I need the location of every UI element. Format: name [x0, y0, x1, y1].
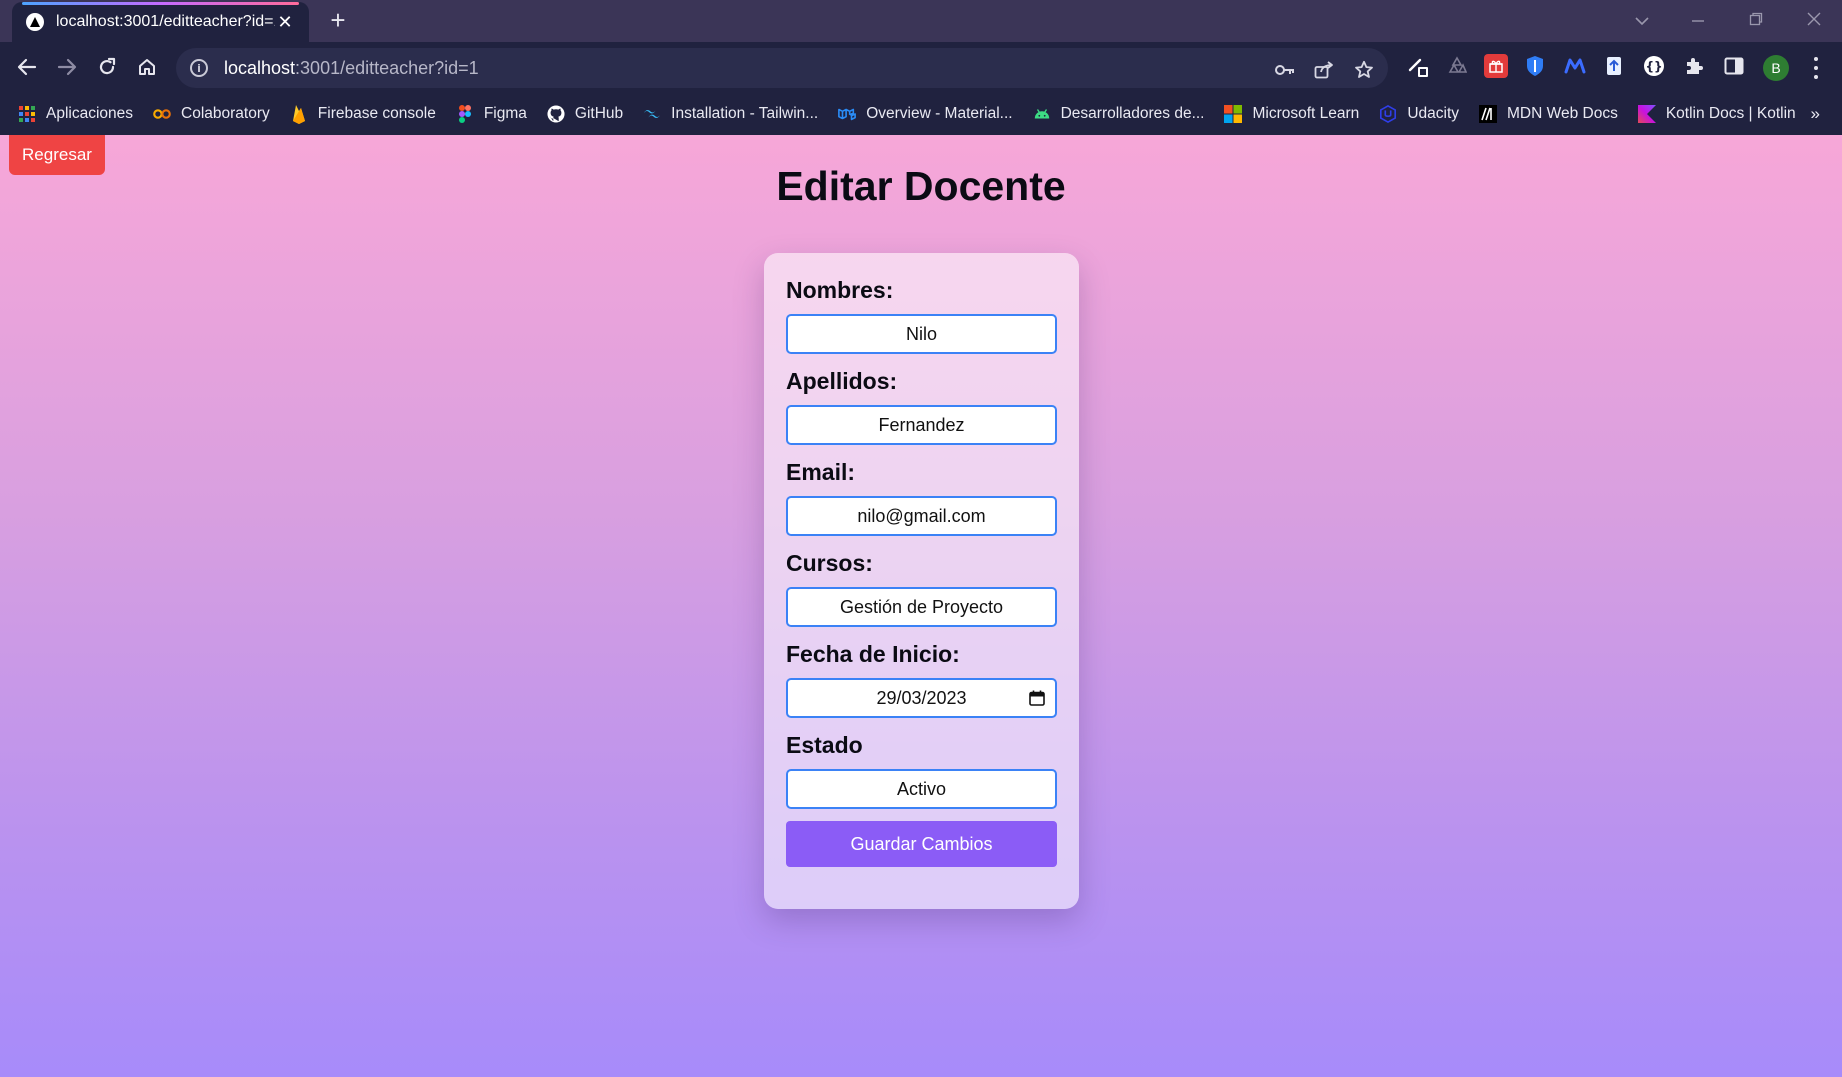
bookmark-label: Overview - Material... — [866, 104, 1013, 122]
browser-tab-active[interactable]: localhost:3001/editteacher?id=1 ✕ — [12, 2, 309, 42]
firebase-icon — [290, 104, 308, 124]
url-host: localhost — [224, 57, 296, 78]
email-label: Email: — [786, 459, 856, 485]
calendar-icon[interactable] — [1029, 690, 1045, 706]
nextjs-favicon-icon — [26, 13, 44, 31]
estado-input[interactable]: Activo — [786, 769, 1057, 809]
ext-color-picker-icon[interactable] — [1406, 54, 1430, 78]
share-icon[interactable] — [1313, 59, 1335, 81]
tailwind-icon — [643, 105, 661, 123]
site-info-icon[interactable]: i — [190, 59, 208, 77]
url-path: :3001/editteacher?id=1 — [295, 57, 479, 78]
apellidos-label: Apellidos: — [786, 368, 898, 394]
udacity-icon — [1379, 104, 1397, 123]
cursos-input[interactable]: Gestión de Proyecto — [786, 587, 1057, 627]
colab-icon — [153, 105, 171, 123]
bookmark-label: Desarrolladores de... — [1060, 104, 1205, 122]
bookmark-android-developers[interactable]: Desarrolladores de... — [1033, 104, 1205, 123]
new-tab-button[interactable]: + — [326, 7, 350, 33]
bookmark-label: Installation - Tailwin... — [671, 104, 819, 122]
apellidos-input[interactable]: Fernandez — [786, 405, 1057, 445]
bookmark-label: Microsoft Learn — [1252, 104, 1360, 122]
minimize-window-icon[interactable] — [1678, 6, 1718, 34]
password-key-icon[interactable] — [1274, 59, 1296, 81]
bookmark-github[interactable]: GitHub — [547, 105, 623, 123]
extensions-puzzle-icon[interactable] — [1682, 54, 1706, 78]
microsoft-icon — [1224, 104, 1243, 123]
bookmark-label: MDN Web Docs — [1507, 104, 1618, 122]
apps-grid-icon — [18, 105, 36, 123]
close-window-icon[interactable] — [1794, 6, 1834, 34]
bookmark-figma[interactable]: Figma — [456, 104, 527, 123]
bookmark-kotlin[interactable]: Kotlin Docs | Kotlin — [1637, 104, 1796, 123]
tab-title: localhost:3001/editteacher?id=1 — [56, 13, 275, 30]
edit-teacher-form: Nombres: Nilo Apellidos: Fernandez Email… — [764, 253, 1079, 909]
tab-search-chevron-icon[interactable] — [1622, 6, 1662, 34]
github-icon — [547, 104, 565, 123]
side-panel-icon[interactable] — [1722, 54, 1746, 78]
bookmark-label: Figma — [483, 104, 527, 122]
bookmark-microsoft-learn[interactable]: Microsoft Learn — [1224, 104, 1360, 123]
tab-close-icon[interactable]: ✕ — [275, 12, 295, 33]
nombres-label: Nombres: — [786, 277, 894, 303]
ext-shield-icon[interactable] — [1523, 54, 1547, 78]
ext-gift-icon[interactable] — [1484, 54, 1508, 78]
browser-tabstrip: localhost:3001/editteacher?id=1 ✕ + — [0, 0, 1842, 42]
browser-toolbar: i localhost:3001/editteacher?id=1 {} B — [0, 42, 1842, 92]
bookmark-material-ui[interactable]: Overview - Material... — [838, 104, 1013, 123]
estado-label: Estado — [786, 732, 863, 758]
reload-icon[interactable] — [93, 53, 121, 81]
bookmarks-overflow-icon[interactable]: » — [1811, 104, 1820, 124]
fecha-inicio-label: Fecha de Inicio: — [786, 641, 960, 667]
page-title: Editar Docente — [776, 163, 1066, 209]
bookmark-label: Colaboratory — [181, 104, 270, 122]
save-changes-button[interactable]: Guardar Cambios — [786, 821, 1057, 867]
forward-arrow-icon[interactable] — [53, 53, 81, 81]
android-icon — [1033, 105, 1051, 123]
nombres-input[interactable]: Nilo — [786, 314, 1057, 354]
bookmark-label: Kotlin Docs | Kotlin — [1665, 104, 1796, 122]
svg-text:{}: {} — [1645, 60, 1662, 74]
figma-icon — [456, 104, 474, 123]
bookmark-aplicaciones[interactable]: Aplicaciones — [18, 105, 133, 123]
bookmark-tailwind[interactable]: Installation - Tailwin... — [643, 105, 818, 123]
bookmark-label: Aplicaciones — [46, 104, 134, 122]
bookmark-colaboratory[interactable]: Colaboratory — [153, 105, 270, 123]
ext-m-logo-icon[interactable] — [1563, 54, 1587, 78]
ext-recycle-icon[interactable] — [1445, 54, 1469, 78]
bookmark-firebase[interactable]: Firebase console — [290, 104, 436, 124]
page-viewport: Regresar Editar Docente Nombres: Nilo Ap… — [0, 135, 1842, 1077]
bookmark-mdn[interactable]: MDN Web Docs — [1479, 104, 1618, 123]
bookmark-label: Firebase console — [317, 104, 436, 122]
fecha-inicio-value: 29/03/2023 — [876, 687, 967, 708]
restore-window-icon[interactable] — [1736, 6, 1776, 34]
kotlin-icon — [1637, 104, 1656, 123]
profile-avatar[interactable]: B — [1763, 55, 1789, 81]
address-bar[interactable]: i localhost:3001/editteacher?id=1 — [176, 48, 1388, 88]
bookmark-udacity[interactable]: Udacity — [1379, 104, 1459, 123]
email-input[interactable]: nilo@gmail.com — [786, 496, 1057, 536]
bookmarks-bar: Aplicaciones Colaboratory Firebase conso… — [0, 92, 1842, 135]
mdn-icon — [1479, 104, 1497, 123]
cursos-label: Cursos: — [786, 550, 873, 576]
fecha-inicio-input[interactable]: 29/03/2023 — [786, 678, 1057, 718]
ext-upload-icon[interactable] — [1602, 54, 1626, 78]
back-arrow-icon[interactable] — [13, 53, 41, 81]
material-ui-icon — [838, 105, 857, 123]
bookmark-label: Udacity — [1407, 104, 1459, 122]
bookmark-star-icon[interactable] — [1353, 59, 1375, 81]
ext-json-viewer-icon[interactable]: {} — [1642, 54, 1666, 78]
home-icon[interactable] — [133, 53, 161, 81]
bookmark-label: GitHub — [574, 104, 624, 122]
browser-menu-icon[interactable] — [1810, 55, 1822, 81]
